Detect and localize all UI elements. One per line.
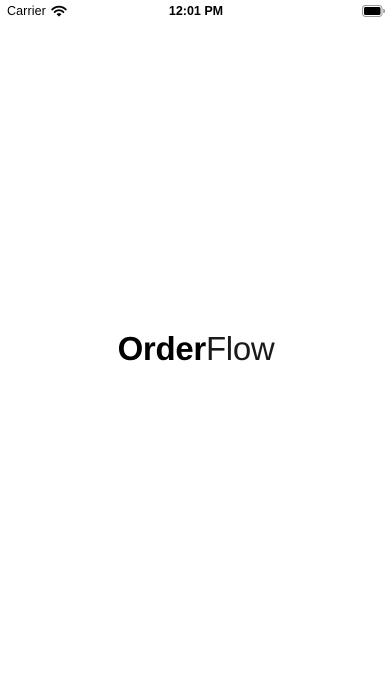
battery-icon	[362, 5, 385, 17]
app-logo: OrderFlow	[0, 330, 392, 368]
logo-bold-text: Order	[117, 330, 207, 367]
status-time: 12:01 PM	[168, 4, 224, 18]
status-bar: Carrier 12:01 PM	[0, 0, 392, 22]
splash-screen: Carrier 12:01 PM OrderFlow	[0, 0, 392, 696]
logo-light-text: Flow	[205, 330, 275, 367]
